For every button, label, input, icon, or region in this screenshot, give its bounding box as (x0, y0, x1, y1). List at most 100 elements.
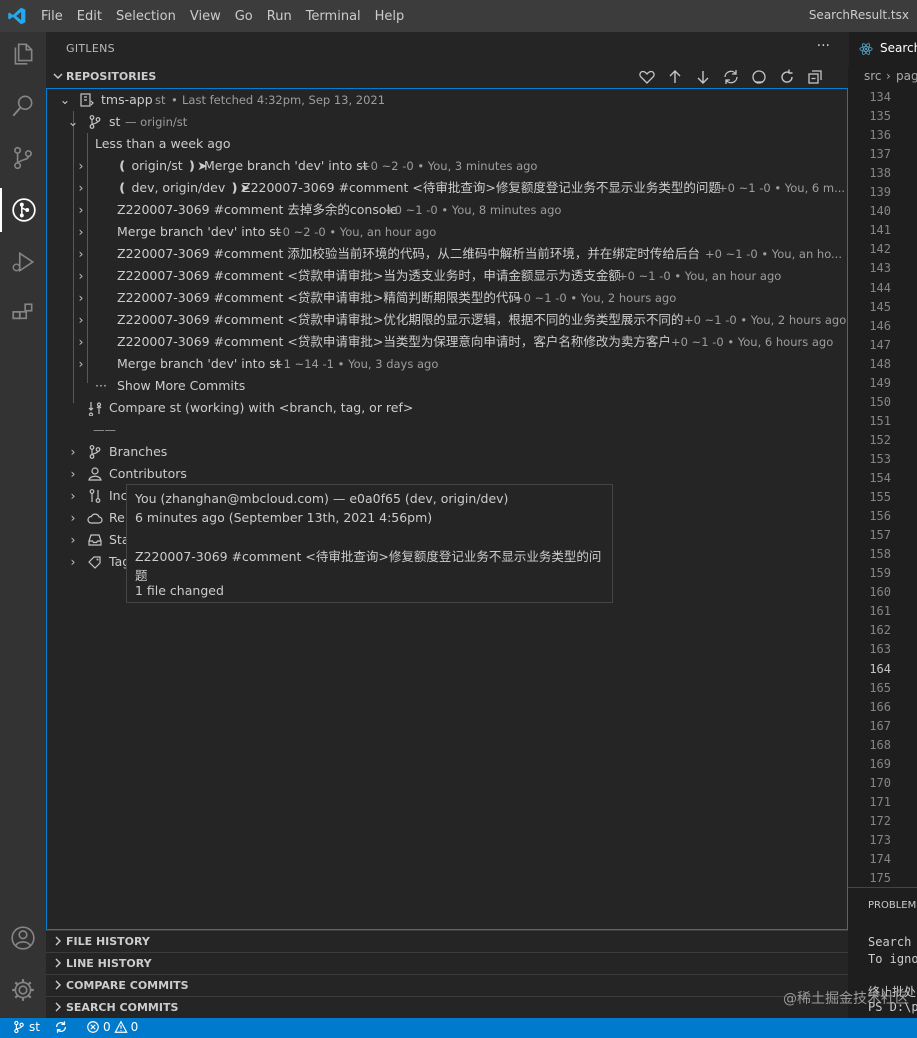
repo-node[interactable]: ⌄ tms-app st • Last fetched 4:32pm, Sep … (47, 89, 847, 111)
search-commits-section-header[interactable]: SEARCH COMMITS (46, 996, 848, 1018)
account-icon (11, 926, 35, 950)
line-number: 155 (869, 490, 891, 505)
commit-message: Merge branch 'dev' into st (117, 356, 281, 371)
source-control-icon (14, 146, 32, 170)
editor-tab[interactable]: Search (848, 32, 917, 66)
menu-edit[interactable]: Edit (70, 9, 109, 24)
pull-arrow-down-icon[interactable] (694, 68, 712, 86)
breadcrumb-src[interactable]: src (864, 69, 882, 83)
commit-refs: ❪ dev, origin/dev ❫➤ (117, 180, 251, 195)
sync-icon (56, 1021, 66, 1033)
commit-row[interactable]: › Z220007-3069 #comment <贷款申请审批>当类型为保理意向… (47, 331, 847, 353)
status-problems[interactable]: 0 0 (86, 1020, 138, 1034)
accounts-button[interactable] (0, 916, 46, 960)
contributors-node[interactable]: › Contributors (47, 463, 847, 485)
heart-icon[interactable] (638, 68, 656, 86)
chevron-right-icon: › (70, 532, 76, 547)
commit-row[interactable]: › Z220007-3069 #comment <贷款申请审批>精简判断期限类型… (47, 287, 847, 309)
collapse-all-icon[interactable] (806, 68, 824, 86)
menu-help[interactable]: Help (368, 9, 412, 24)
explorer-button[interactable] (0, 32, 46, 76)
commit-row[interactable]: › Z220007-3069 #comment 去掉多余的console +0 … (47, 199, 847, 221)
problems-tab[interactable]: PROBLEMS (868, 900, 917, 911)
commit-message: Merge branch 'dev' into st (204, 158, 368, 173)
commit-message: Z220007-3069 #comment <贷款申请审批>精简判断期限类型的代… (117, 290, 521, 305)
menu-go[interactable]: Go (228, 9, 260, 24)
commit-meta: +0 ~1 -0 • You, 6 hours ago (671, 335, 834, 349)
commit-message: Z220007-3069 #comment <贷款申请审批>当为透支业务时，申请… (117, 268, 621, 283)
branch-icon (14, 1020, 24, 1034)
line-history-section-header[interactable]: LINE HISTORY (46, 952, 848, 974)
file-history-section-header[interactable]: FILE HISTORY (46, 930, 848, 952)
branch-node[interactable]: ⌄ st — origin/st (47, 111, 847, 133)
push-arrow-up-icon[interactable] (666, 68, 684, 86)
commit-meta: +1 ~14 -1 • You, 3 days ago (274, 357, 439, 371)
status-sync[interactable] (54, 1020, 68, 1034)
line-number: 147 (869, 337, 891, 352)
editor-area: Search src › pag 134 135 136 137 138 139 140 14… (848, 32, 917, 1018)
line-number: 157 (869, 528, 891, 543)
menu-run[interactable]: Run (260, 9, 299, 24)
menu-terminal[interactable]: Terminal (299, 9, 368, 24)
terminal-line: To igno (868, 952, 917, 966)
line-number: 169 (869, 756, 891, 771)
chevron-right-icon: › (70, 488, 76, 503)
line-number: 163 (869, 642, 891, 657)
chevron-right-icon: › (70, 554, 76, 569)
commit-meta: +0 ~1 -0 • You, 2 hours ago (684, 313, 847, 327)
source-control-button[interactable] (0, 136, 46, 180)
chevron-right-icon: › (78, 334, 84, 349)
line-number: 150 (869, 394, 891, 409)
commit-row[interactable]: › Z220007-3069 #comment 添加校验当前环境的代码，从二维码… (47, 243, 847, 265)
vscode-logo-icon (8, 7, 26, 25)
fetch-icon[interactable] (722, 68, 740, 86)
branches-node[interactable]: › Branches (47, 441, 847, 463)
branch-name: st (109, 114, 121, 129)
toggle-layout-icon[interactable] (750, 68, 768, 86)
line-number: 174 (869, 852, 891, 866)
menu-file[interactable]: File (34, 9, 70, 24)
warning-icon (113, 1020, 128, 1033)
commit-row[interactable]: › Z220007-3069 #comment <贷款申请审批>优化期限的显示逻… (47, 309, 847, 331)
commit-message: Z220007-3069 #comment <贷款申请审批>优化期限的显示逻辑，… (117, 312, 684, 327)
chevron-right-icon: › (78, 268, 84, 283)
line-number: 136 (869, 128, 891, 143)
extensions-button[interactable] (0, 292, 46, 336)
status-branch[interactable]: st (12, 1020, 40, 1034)
line-number: 146 (869, 318, 891, 333)
search-button[interactable] (0, 84, 46, 128)
compare-working-node[interactable]: Compare st (working) with <branch, tag, … (47, 397, 847, 419)
sidebar-title: GITLENS (66, 42, 115, 55)
breadcrumb-next[interactable]: pag (896, 69, 917, 83)
commit-row[interactable]: › ❪ dev, origin/dev ❫➤ Z220007-3069 #com… (47, 177, 847, 199)
menu-selection[interactable]: Selection (109, 9, 183, 24)
commit-message: Merge branch 'dev' into st (117, 224, 281, 239)
line-number: 151 (869, 413, 891, 428)
commit-row[interactable]: › Z220007-3069 #comment <贷款申请审批>当为透支业务时，… (47, 265, 847, 287)
chevron-right-icon: › (70, 510, 76, 525)
show-more-commits[interactable]: ··· Show More Commits (47, 375, 847, 397)
commit-row[interactable]: › Merge branch 'dev' into st +1 ~14 -1 •… (47, 353, 847, 375)
manage-button[interactable] (0, 968, 46, 1012)
line-number: 144 (869, 280, 891, 295)
window-title: SearchResult.tsx (808, 8, 909, 22)
commit-row[interactable]: › ❪ origin/st ❫➤ Merge branch 'dev' into… (47, 155, 847, 177)
commit-row[interactable]: › Merge branch 'dev' into st +0 ~2 -0 • … (47, 221, 847, 243)
run-debug-button[interactable] (0, 240, 46, 284)
line-number: 172 (869, 813, 891, 828)
more-actions-icon[interactable]: ··· (817, 38, 830, 54)
gitlens-button[interactable] (0, 188, 46, 232)
chevron-right-icon: › (78, 290, 84, 305)
stash-icon (88, 534, 102, 546)
menu-view[interactable]: View (183, 9, 228, 24)
menu-bar: File Edit Selection View Go Run Terminal… (34, 0, 411, 32)
repositories-section-header[interactable]: REPOSITORIES (46, 66, 848, 88)
chevron-right-icon: › (78, 224, 84, 239)
chevron-right-icon: › (78, 180, 84, 195)
refresh-icon[interactable] (778, 68, 796, 86)
compare-commits-section-header[interactable]: COMPARE COMMITS (46, 974, 848, 996)
gitlens-icon (12, 198, 36, 222)
line-number: 158 (869, 547, 891, 562)
line-number: 171 (869, 794, 891, 809)
line-number: 173 (869, 832, 891, 847)
